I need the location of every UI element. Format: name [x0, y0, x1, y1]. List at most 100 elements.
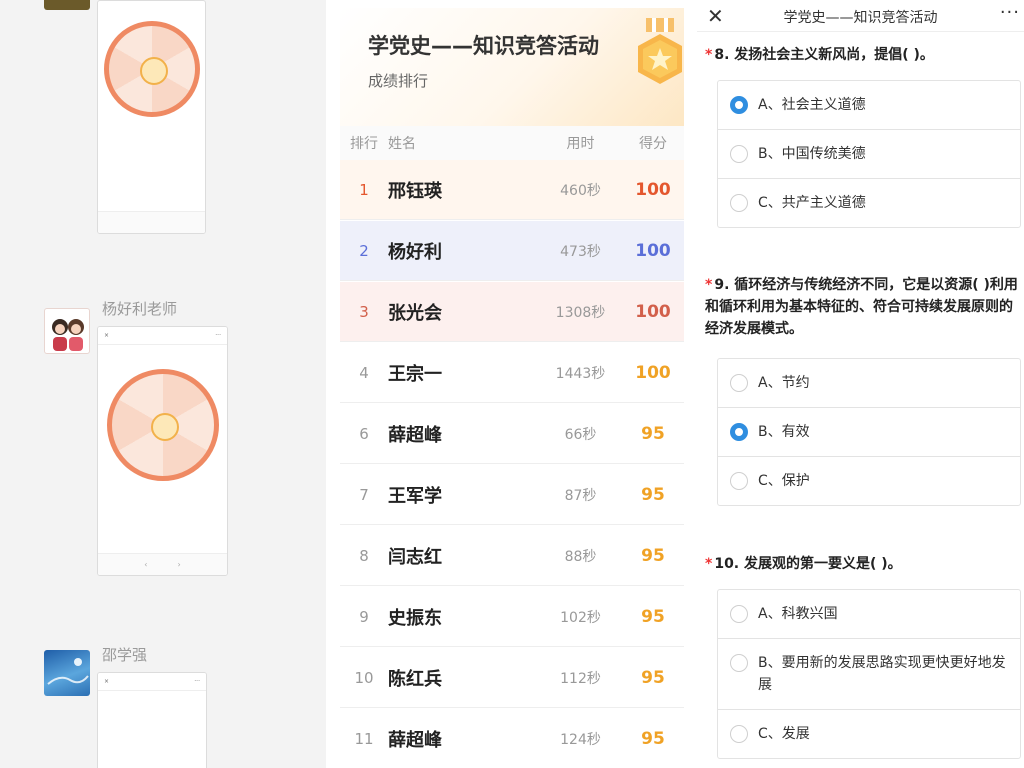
ranking-row: 7 王军学 87秒 95 — [340, 465, 684, 525]
row-rank: 8 — [359, 546, 369, 565]
row-name: 杨好利 — [388, 241, 442, 263]
option-b[interactable]: B、要用新的发展思路实现更快更好地发展 — [718, 639, 1020, 710]
option-a[interactable]: A、节约 — [718, 359, 1020, 408]
sender-name: 邵学强 — [102, 646, 148, 664]
row-rank: 6 — [359, 424, 369, 443]
more-icon[interactable]: ··· — [1000, 2, 1020, 23]
column-rank: 排行 — [350, 136, 378, 152]
lottery-wheel — [103, 21, 200, 117]
column-score: 得分 — [639, 136, 667, 152]
row-time: 88秒 — [564, 548, 597, 565]
row-time: 1308秒 — [555, 304, 606, 321]
question-text: 9. 循环经济与传统经济不同，它是以资源( )利用和循环利用为基本特征的、符合可… — [705, 277, 1018, 337]
ranking-column-headers: 排行 姓名 用时 得分 — [340, 126, 684, 160]
row-name: 张光会 — [388, 302, 442, 324]
radio-icon[interactable] — [730, 472, 748, 490]
ranking-row: 4 王宗一 1443秒 100 — [340, 343, 684, 403]
chat-message: 邵学强 × ··· — [0, 640, 326, 768]
radio-icon[interactable] — [730, 374, 748, 392]
lottery-wheel — [106, 369, 219, 481]
thumbnail-footer: ‹ › — [98, 553, 227, 575]
row-time: 102秒 — [560, 609, 601, 626]
quiz-titlebar: ✕ 学党史——知识竞答活动 ··· — [697, 0, 1024, 32]
row-name: 薛超峰 — [388, 424, 442, 446]
ranking-row: 6 薛超峰 66秒 95 — [340, 404, 684, 464]
required-marker: * — [705, 277, 713, 293]
radio-icon[interactable] — [730, 145, 748, 163]
option-label: B、要用新的发展思路实现更快更好地发展 — [758, 655, 1006, 693]
row-rank: 10 — [354, 668, 374, 687]
row-name: 陈红兵 — [388, 668, 442, 690]
row-score: 95 — [641, 423, 665, 444]
ranking-row: 8 闫志红 88秒 95 — [340, 526, 684, 586]
chat-panel: 杨好利老师 × ··· ‹ › 邵学强 × ··· — [0, 0, 326, 768]
option-a[interactable]: A、社会主义道德 — [718, 81, 1020, 130]
row-rank: 9 — [359, 607, 369, 626]
option-b[interactable]: B、中国传统美德 — [718, 130, 1020, 179]
option-c[interactable]: C、发展 — [718, 710, 1020, 758]
thumbnail-titlebar: × ··· — [98, 673, 206, 691]
avatar — [44, 650, 90, 696]
option-label: B、有效 — [758, 424, 810, 440]
shared-screenshot-thumbnail[interactable] — [97, 0, 206, 234]
required-marker: * — [705, 47, 713, 63]
radio-selected-icon[interactable] — [730, 96, 748, 114]
option-label: A、科教兴国 — [758, 606, 838, 622]
options-question-9: A、节约 B、有效 C、保护 — [717, 358, 1021, 506]
quiz-panel: ✕ 学党史——知识竞答活动 ··· * 8. 发扬社会主义新风尚，提倡( )。 A… — [697, 0, 1024, 768]
row-score: 95 — [641, 484, 665, 505]
quiz-title: 学党史——知识竞答活动 — [783, 10, 938, 26]
row-rank: 4 — [359, 363, 369, 382]
thumbnail-titlebar: × ··· — [98, 327, 227, 345]
column-name: 姓名 — [388, 136, 416, 152]
ranking-header: 学党史——知识竞答活动 成绩排行 — [340, 8, 684, 126]
option-label: B、中国传统美德 — [758, 146, 866, 162]
row-score: 95 — [641, 606, 665, 627]
radio-icon[interactable] — [730, 605, 748, 623]
row-score: 100 — [635, 362, 671, 383]
option-label: A、节约 — [758, 375, 810, 391]
ranking-row: 9 史振东 102秒 95 — [340, 587, 684, 647]
ranking-row: 11 薛超峰 124秒 95 — [340, 709, 684, 768]
ranking-subtitle: 成绩排行 — [368, 72, 429, 90]
options-question-10: A、科教兴国 B、要用新的发展思路实现更快更好地发展 C、发展 — [717, 589, 1021, 759]
option-label: C、共产主义道德 — [758, 195, 866, 211]
question-9: * 9. 循环经济与传统经济不同，它是以资源( )利用和循环利用为基本特征的、符合… — [705, 274, 1019, 340]
row-time: 87秒 — [564, 487, 597, 504]
ranking-panel: 学党史——知识竞答活动 成绩排行 排行 姓名 用时 得分 1 邢钰瑛 460秒 … — [340, 8, 684, 768]
option-c[interactable]: C、共产主义道德 — [718, 179, 1020, 227]
row-score: 95 — [641, 728, 665, 749]
ranking-row: 2 杨好利 473秒 100 — [340, 221, 684, 281]
radio-icon[interactable] — [730, 194, 748, 212]
ranking-title: 学党史——知识竞答活动 — [368, 34, 599, 58]
avatar — [44, 308, 90, 354]
row-time: 473秒 — [560, 243, 601, 260]
shared-screenshot-thumbnail[interactable]: × ··· — [97, 672, 207, 768]
medal-icon — [638, 18, 682, 84]
chat-message — [0, 0, 326, 240]
thumbnail-footer — [98, 211, 205, 233]
sender-name: 杨好利老师 — [102, 300, 178, 318]
row-rank: 11 — [354, 729, 374, 748]
question-10: * 10. 发展观的第一要义是( )。 — [705, 553, 1019, 575]
column-time: 用时 — [566, 136, 595, 152]
row-rank: 7 — [359, 485, 369, 504]
shared-screenshot-thumbnail[interactable]: × ··· ‹ › — [97, 326, 228, 576]
option-b[interactable]: B、有效 — [718, 408, 1020, 457]
row-name: 薛超峰 — [388, 729, 442, 751]
row-rank: 3 — [359, 302, 369, 321]
radio-icon[interactable] — [730, 654, 748, 672]
row-score: 100 — [635, 179, 671, 200]
ranking-row: 10 陈红兵 112秒 95 — [340, 648, 684, 708]
option-c[interactable]: C、保护 — [718, 457, 1020, 505]
row-score: 95 — [641, 667, 665, 688]
option-a[interactable]: A、科教兴国 — [718, 590, 1020, 639]
row-time: 112秒 — [560, 670, 601, 687]
ranking-row: 1 邢钰瑛 460秒 100 — [340, 160, 684, 220]
row-score: 100 — [635, 301, 671, 322]
chat-message: 杨好利老师 × ··· ‹ › — [0, 296, 326, 586]
radio-icon[interactable] — [730, 725, 748, 743]
question-text: 10. 发展观的第一要义是( )。 — [714, 556, 902, 572]
row-name: 王军学 — [388, 485, 442, 507]
radio-selected-icon[interactable] — [730, 423, 748, 441]
